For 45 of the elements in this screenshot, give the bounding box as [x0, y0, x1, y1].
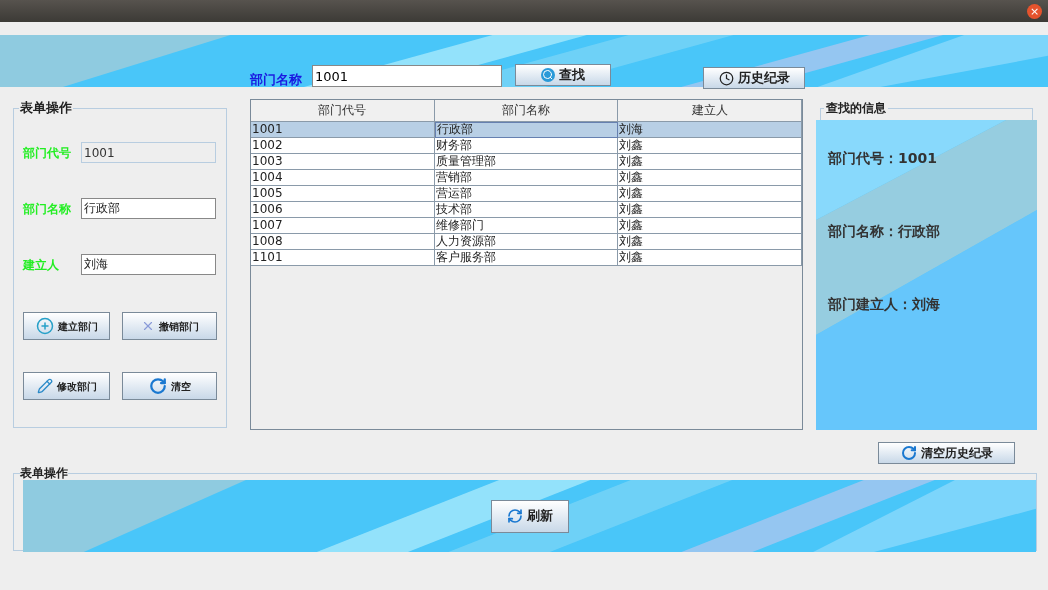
form-button[interactable]: 撤销部门: [122, 312, 217, 340]
group-title: 查找的信息: [824, 100, 888, 116]
table-row[interactable]: 1002 财务部 刘鑫: [251, 138, 802, 154]
group-title: 表单操作: [20, 466, 68, 480]
clock-icon: [718, 70, 734, 86]
text-field[interactable]: 刘海: [81, 254, 216, 275]
close-button[interactable]: ×: [1027, 3, 1042, 19]
column-header[interactable]: 建立人: [618, 100, 802, 122]
search-icon: [541, 68, 555, 82]
column-header[interactable]: 部门代号: [251, 100, 435, 122]
plus-icon: [35, 317, 54, 335]
table-row[interactable]: 1007 维修部门 刘鑫: [251, 218, 802, 234]
field-label: 部门名称: [23, 200, 72, 218]
column-header[interactable]: 部门名称: [434, 100, 619, 122]
table-row[interactable]: 1001 行政部 刘海: [251, 122, 802, 138]
table-row[interactable]: 1101 客户服务部 刘鑫: [251, 250, 802, 266]
search-label: 部门名称: [250, 70, 302, 89]
refresh-icon: [900, 445, 917, 461]
form-button[interactable]: 修改部门: [23, 372, 110, 400]
info-text: 部门名称：行政部: [828, 222, 941, 241]
text-field[interactable]: 行政部: [81, 198, 216, 219]
refresh-button[interactable]: 刷新: [490, 499, 569, 533]
pencil-icon: [36, 378, 53, 394]
refresh-icon: [506, 508, 523, 524]
form-button[interactable]: 清空: [122, 372, 217, 400]
table-row[interactable]: 1008 人力资源部 刘鑫: [251, 234, 802, 250]
form-button[interactable]: 建立部门: [23, 312, 110, 340]
table-cell: 刘鑫: [618, 250, 802, 266]
table-row[interactable]: 1003 质量管理部 刘鑫: [251, 154, 802, 170]
info-text: 部门建立人：刘海: [828, 295, 941, 314]
history-button[interactable]: 历史纪录: [703, 67, 805, 89]
table-row[interactable]: 1006 技术部 刘鑫: [251, 202, 802, 218]
info-text: 部门代号：1001: [828, 149, 938, 168]
table-cell: 客户服务部: [434, 250, 619, 266]
search-button[interactable]: 查找: [515, 64, 611, 86]
field-label: 建立人: [23, 256, 60, 274]
field-label: 部门代号: [23, 144, 72, 162]
table-cell: 1101: [251, 250, 435, 266]
search-field[interactable]: 1001: [312, 65, 502, 87]
table-cell: 行政部: [434, 122, 619, 138]
group-title: 表单操作: [19, 100, 73, 116]
table-row[interactable]: 1005 营运部 刘鑫: [251, 186, 802, 202]
table-row[interactable]: 1004 营销部 刘鑫: [251, 170, 802, 186]
refresh-icon: [148, 377, 167, 395]
clear-history-button[interactable]: 清空历史纪录: [878, 442, 1015, 464]
